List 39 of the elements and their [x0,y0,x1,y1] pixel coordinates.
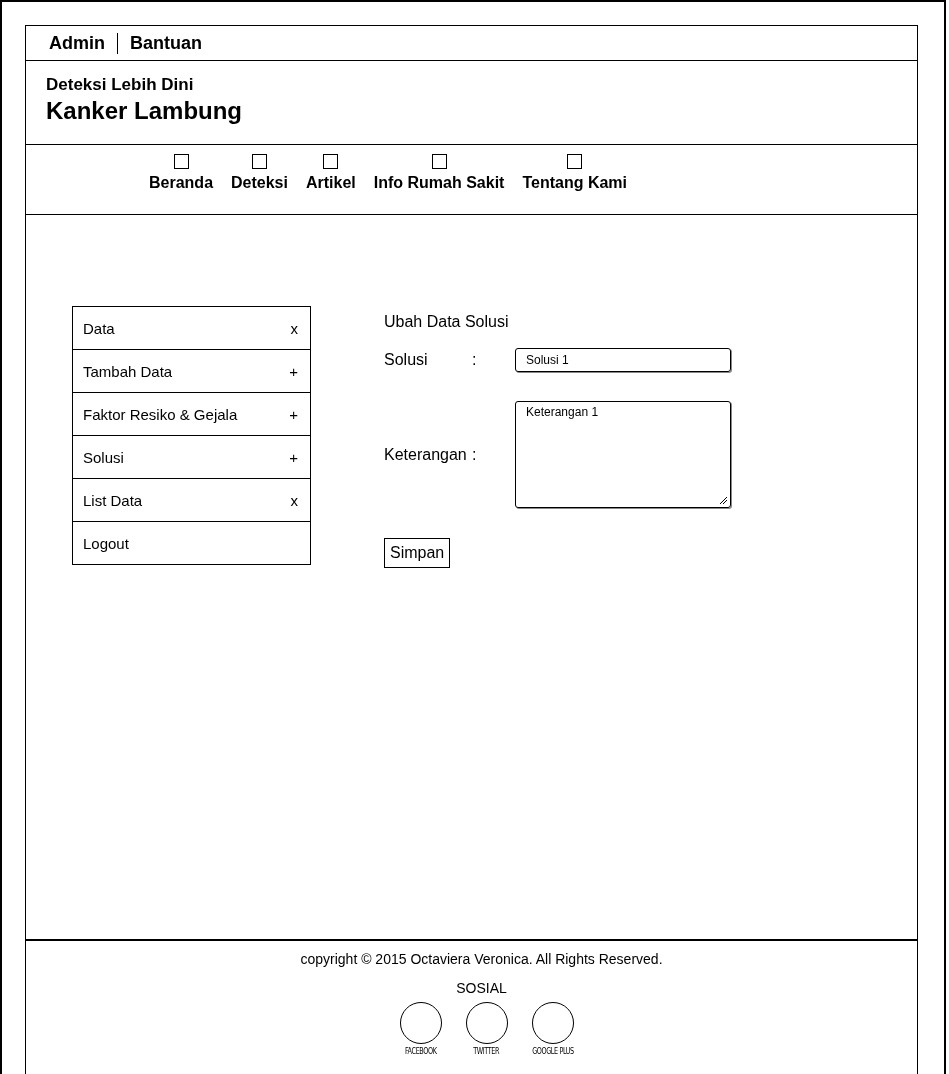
field-label: Solusi [384,351,429,369]
nav-icon[interactable] [323,154,339,169]
social-label: GOOGLE PLUS [531,1046,574,1056]
expand-icon: + [289,362,300,380]
resize-grip-icon[interactable] [719,496,728,505]
top-link[interactable]: Admin [49,32,118,54]
site-title: Kanker Lambung [46,97,243,125]
sidebar-item[interactable]: Solusi + [73,436,310,479]
expand-icon: + [289,448,300,466]
nav-icon[interactable] [252,154,267,169]
sidebar-item[interactable]: List Data x [73,479,310,522]
form-title: Ubah Data Solusi [384,313,509,331]
save-button[interactable]: Simpan [384,538,451,568]
nav-link[interactable]: Deteksi [231,174,288,192]
nav-link[interactable]: Beranda [149,174,214,192]
expand-icon: + [289,405,300,423]
colon: : [472,445,478,464]
field-label: Keterangan [384,445,468,464]
nav-icon[interactable] [173,154,189,169]
social-heading: SOSIAL [456,980,507,996]
nav-link[interactable]: Info Rumah Sakit [373,174,505,192]
sidebar-item[interactable]: Tambah Data + [73,350,310,393]
textarea-field[interactable]: Keterangan 1 [515,401,731,508]
nav-link[interactable]: Artikel [305,174,356,192]
nav-link[interactable]: Tentang Kami [522,174,628,192]
nav-icon[interactable] [567,154,583,169]
copyright-text: copyright © 2015 Octaviera Veronica. All Rights Reserved. [300,951,663,967]
collapse-icon: x [290,319,300,337]
sidebar-item[interactable]: Data x [73,307,310,350]
social-label: FACEBOOK [404,1046,437,1056]
input-field[interactable]: Solusi 1 [515,348,731,372]
colon: : [472,351,478,369]
sidebar-item[interactable]: Logout [73,522,310,564]
collapse-icon: x [290,491,300,509]
sidebar-item[interactable]: Faktor Resiko & Gejala + [73,393,310,436]
social-label: TWITTER [473,1046,500,1056]
site-subtitle: Deteksi Lebih Dini [46,75,194,95]
nav-icon[interactable] [431,154,447,169]
top-link[interactable]: Bantuan [118,32,214,54]
